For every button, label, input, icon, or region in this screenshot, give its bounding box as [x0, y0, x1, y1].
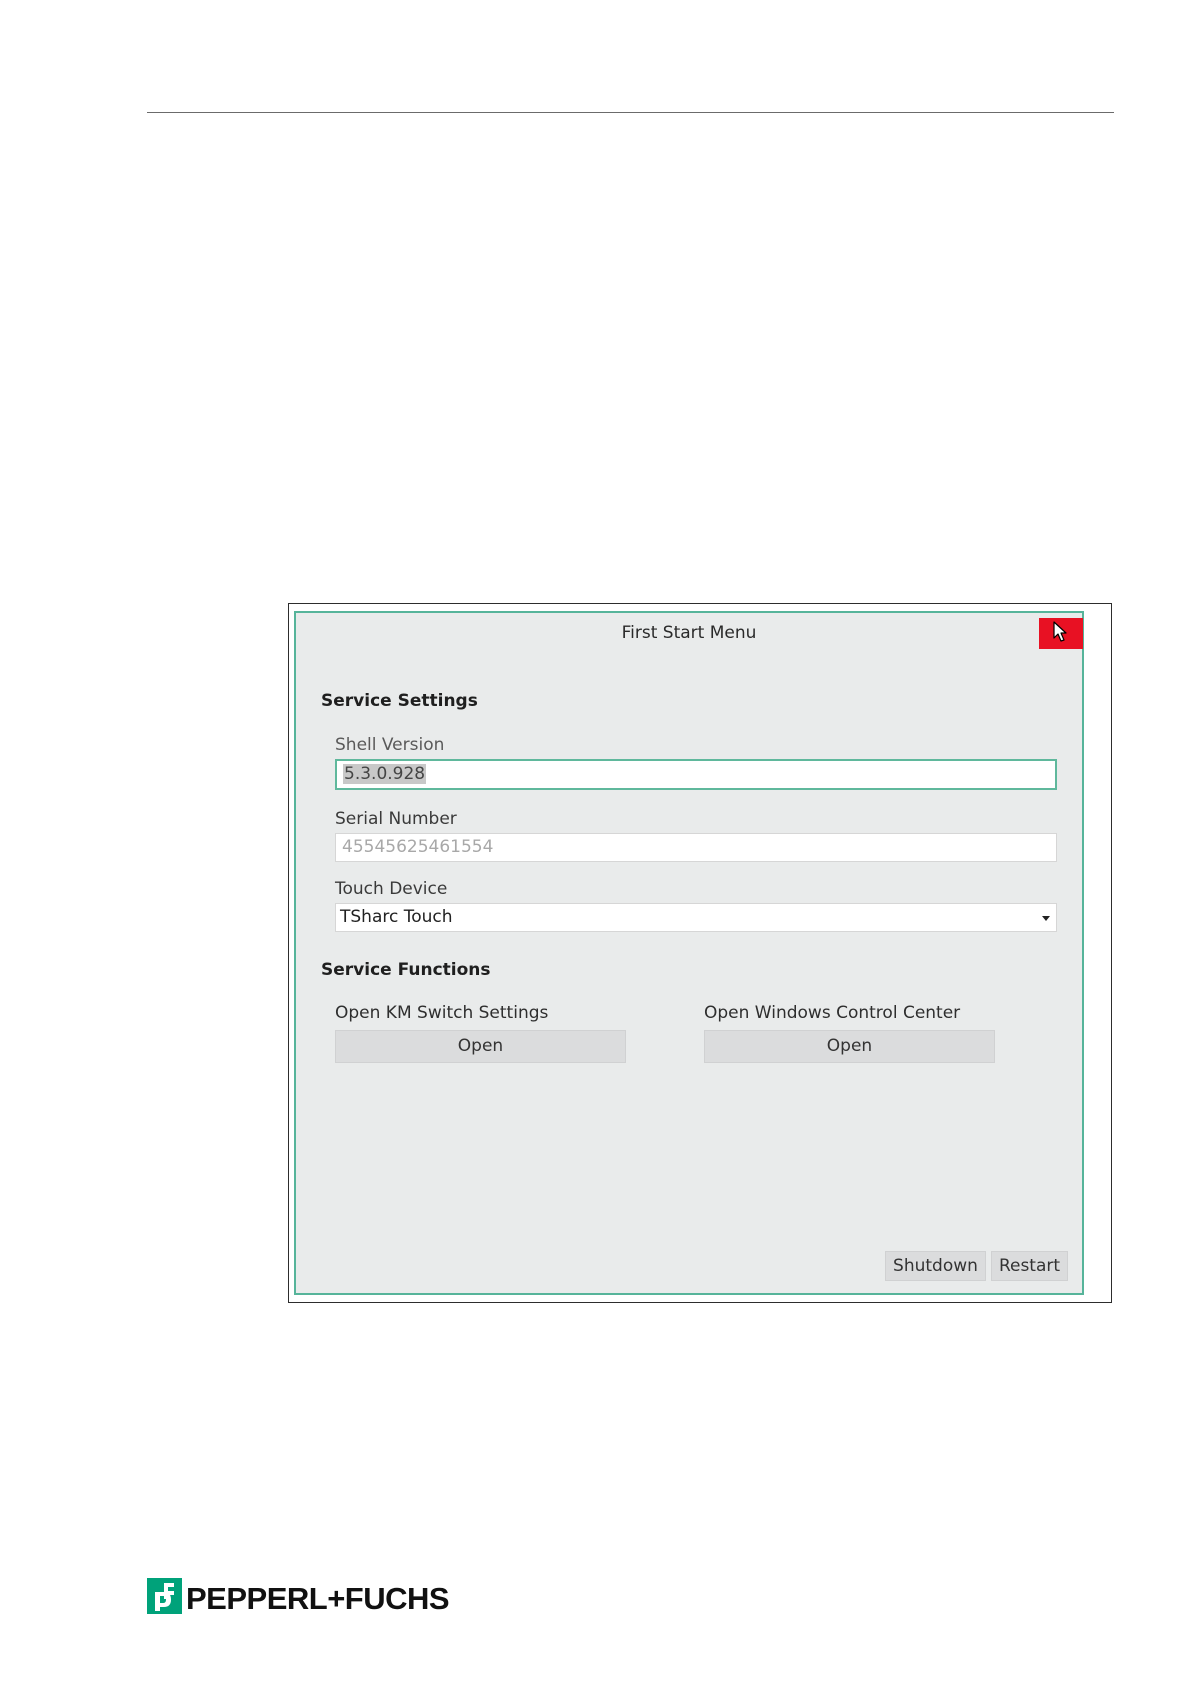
restart-button[interactable]: Restart: [991, 1251, 1068, 1281]
serial-number-field[interactable]: 45545625461554: [335, 833, 1057, 862]
pepperl-fuchs-logo-icon: [147, 1578, 182, 1614]
shell-version-value: 5.3.0.928: [343, 764, 427, 784]
touch-device-label: Touch Device: [335, 879, 448, 899]
window-title: First Start Menu: [621, 623, 757, 643]
control-center-label: Open Windows Control Center: [704, 1003, 961, 1023]
touch-device-select[interactable]: TSharc Touch: [335, 903, 1057, 932]
close-button[interactable]: [1039, 618, 1083, 649]
shutdown-button[interactable]: Shutdown: [885, 1251, 986, 1281]
km-switch-label: Open KM Switch Settings: [335, 1003, 549, 1023]
touch-device-selected-value: TSharc Touch: [340, 907, 453, 927]
open-control-center-button[interactable]: Open: [704, 1030, 995, 1063]
chevron-down-icon: [1042, 916, 1050, 921]
shell-version-label: Shell Version: [335, 735, 445, 755]
serial-number-label: Serial Number: [335, 809, 457, 829]
mouse-cursor-icon: [1053, 621, 1067, 642]
brand-name: PEPPERL+FUCHS: [186, 1581, 450, 1616]
open-km-switch-button[interactable]: Open: [335, 1030, 626, 1063]
first-start-menu-window: First Start Menu Service Settings Shell …: [294, 611, 1084, 1295]
header-rule: [147, 112, 1114, 113]
service-settings-heading: Service Settings: [321, 691, 478, 711]
service-functions-heading: Service Functions: [321, 960, 491, 980]
shell-version-field[interactable]: 5.3.0.928: [335, 759, 1057, 790]
